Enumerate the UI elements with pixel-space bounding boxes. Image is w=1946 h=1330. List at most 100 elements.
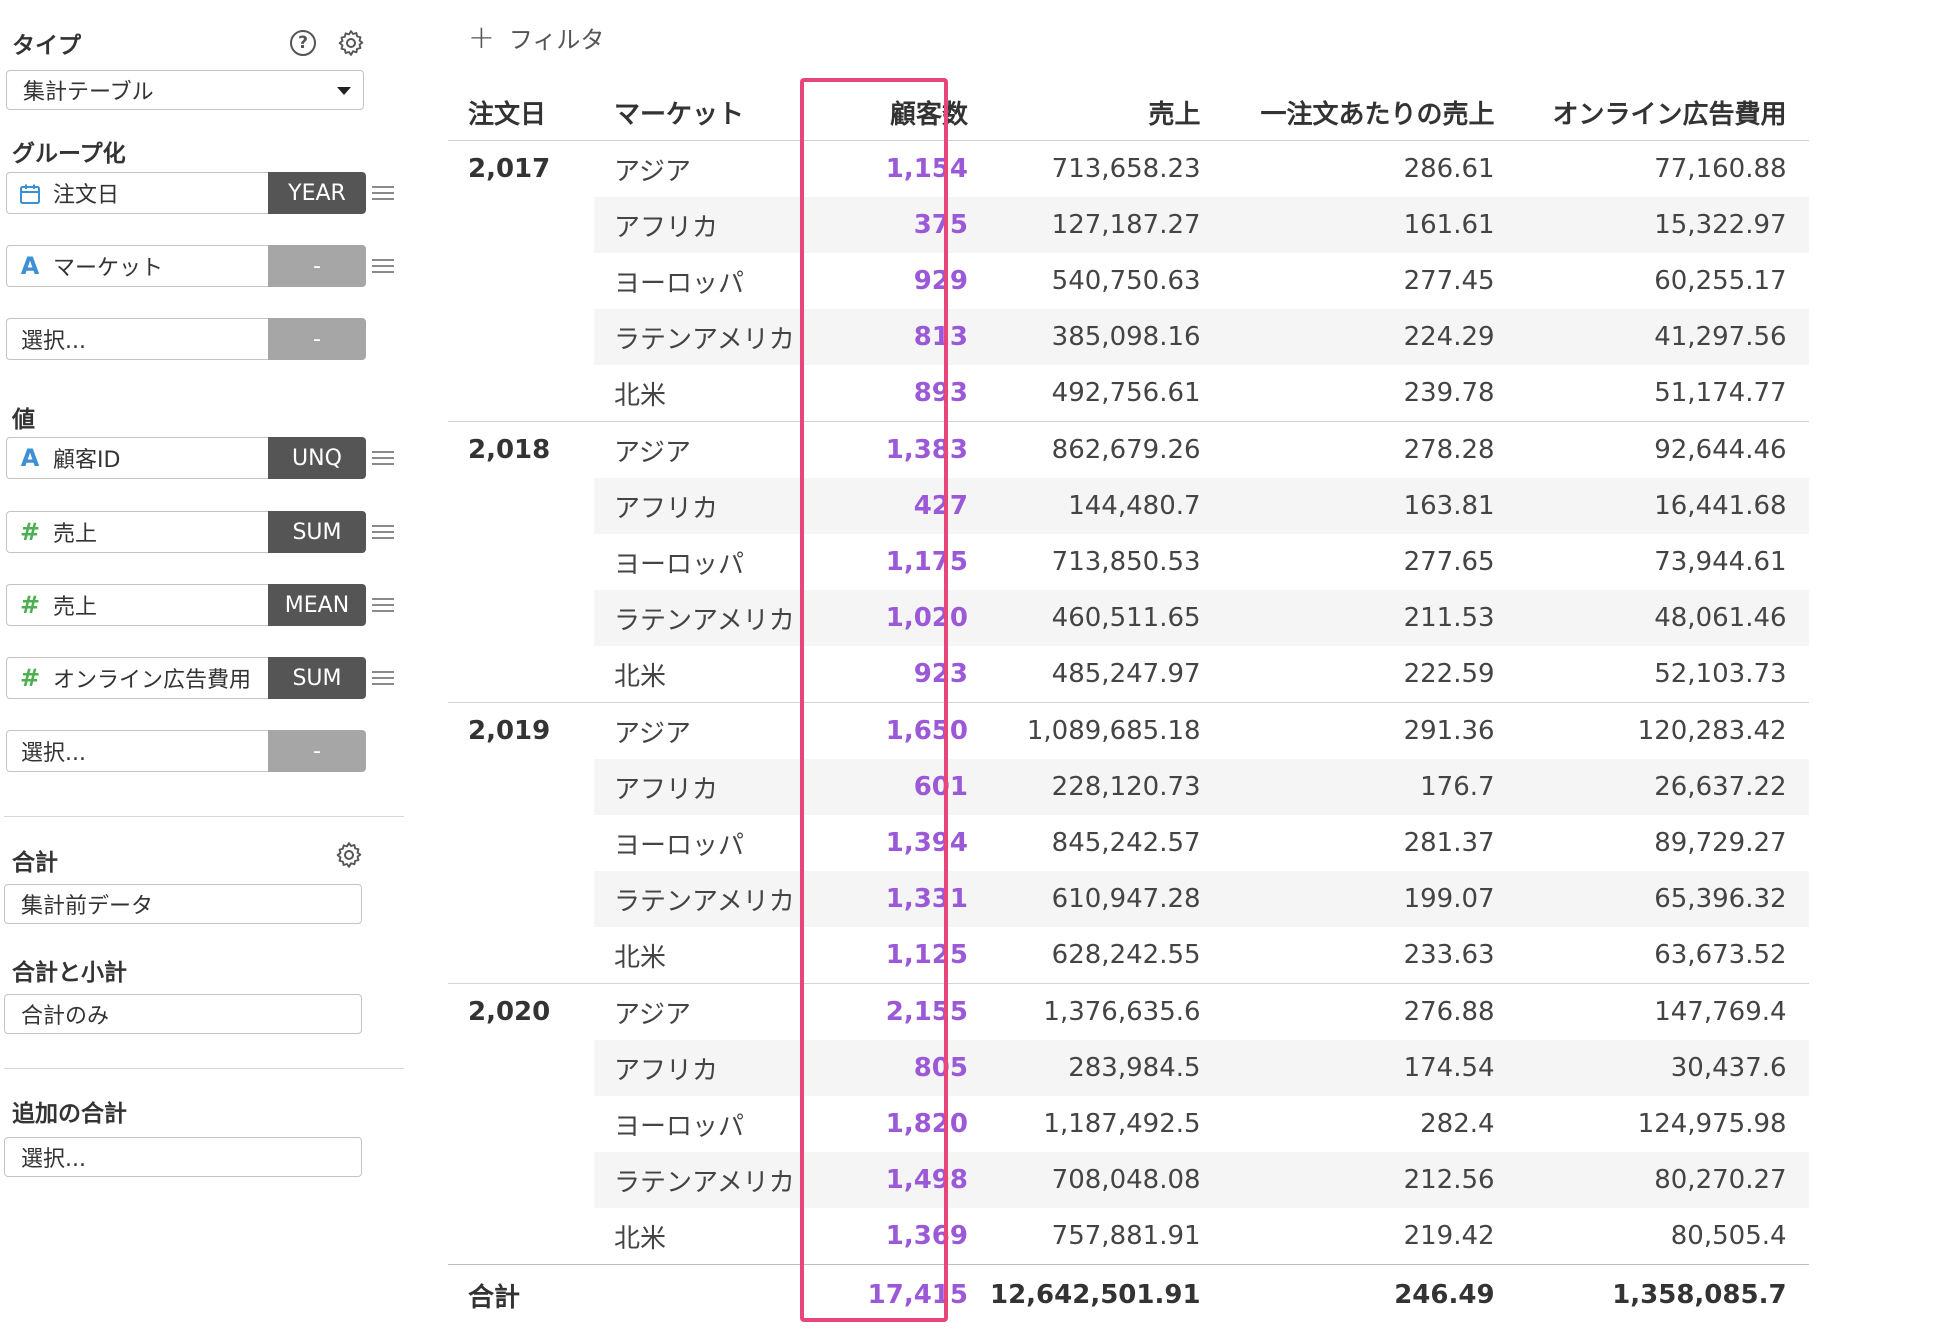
aggregation-tag[interactable]: - — [268, 730, 366, 772]
aggregation-tag[interactable]: UNQ — [268, 437, 366, 479]
ad-cost-cell: 30,437.6 — [1516, 1040, 1809, 1096]
year-cell-empty — [448, 253, 594, 309]
type-select[interactable]: 集計テーブル — [6, 70, 364, 110]
sales-cell: 283,984.5 — [990, 1040, 1223, 1096]
add-filter-button[interactable]: + フィルタ — [468, 18, 604, 56]
extra-total-select[interactable]: 選択... — [4, 1137, 362, 1177]
market-cell: ラテンアメリカ — [594, 309, 842, 365]
sales-per-order-cell: 211.53 — [1222, 590, 1517, 646]
group-field-order-date-main[interactable]: 注文日 — [6, 172, 268, 214]
market-cell: 北米 — [614, 380, 667, 411]
table-row: 2,018 アジア 1,383 862,679.26 278.28 92,644.46 — [448, 421, 1809, 478]
customer-count-cell: 1,820 — [885, 1109, 968, 1139]
year-cell-empty — [448, 646, 594, 703]
filter-label: フィルタ — [508, 25, 605, 54]
extra-total-label: 追加の合計 — [12, 1101, 127, 1127]
drag-handle-icon[interactable] — [372, 598, 394, 612]
aggregation-tag[interactable]: SUM — [268, 657, 366, 699]
number-type-icon: # — [19, 591, 41, 619]
gear-icon[interactable] — [336, 28, 366, 58]
type-select-value: 集計テーブル — [23, 80, 154, 105]
drag-handle-icon[interactable] — [372, 186, 394, 200]
market-cell: ヨーロッパ — [614, 268, 745, 299]
sales-cell: 757,881.91 — [1051, 1221, 1201, 1251]
value-field-label: 売上 — [53, 595, 98, 620]
question-icon[interactable]: ? — [290, 30, 316, 56]
table-row: アフリカ 375 127,187.27 161.61 15,322.97 — [448, 197, 1809, 253]
table-row: ラテンアメリカ 1,331 610,947.28 199.07 65,396.32 — [448, 871, 1809, 927]
column-header[interactable]: 一注文あたりの売上 — [1222, 84, 1517, 141]
aggregation-tag[interactable]: SUM — [268, 511, 366, 553]
chevron-down-icon — [337, 87, 351, 95]
group-field-market-main[interactable]: A マーケット — [6, 245, 268, 287]
value-field-main[interactable]: A 顧客ID — [6, 437, 268, 479]
sales-cell: 1,376,635.6 — [990, 983, 1223, 1040]
group-field-select-main[interactable]: 選択... — [6, 318, 268, 360]
value-field-placeholder: 選択... — [21, 741, 86, 766]
total-select[interactable]: 集計前データ — [4, 884, 362, 924]
drag-handle-icon[interactable] — [372, 671, 394, 685]
group-field-select[interactable]: 選択... - — [6, 318, 366, 360]
aggregation-tag[interactable]: MEAN — [268, 584, 366, 626]
sales-per-order-cell: 161.61 — [1222, 197, 1517, 253]
year-cell-empty — [448, 1096, 594, 1152]
sales-per-order-cell: 233.63 — [1403, 940, 1495, 970]
table-row: ヨーロッパ 929 540,750.63 277.45 60,255.17 — [448, 253, 1809, 309]
sales-cell: 610,947.28 — [990, 871, 1223, 927]
sales-per-order-cell: 239.78 — [1403, 378, 1495, 408]
column-header[interactable]: マーケット — [594, 84, 842, 141]
value-field-customer-id[interactable]: A 顧客ID UNQ — [6, 437, 366, 479]
settings-panel: タイプ ? 集計テーブル グループ化 注文日 YEAR A マーケット - 選択… — [0, 0, 410, 1330]
market-cell: アジア — [594, 140, 842, 197]
drag-handle-icon[interactable] — [372, 525, 394, 539]
value-field-ad-cost[interactable]: # オンライン広告費用 SUM — [6, 657, 366, 699]
subtotal-select[interactable]: 合計のみ — [4, 994, 362, 1034]
column-header[interactable]: 顧客数 — [842, 84, 990, 141]
market-cell: 北米 — [614, 942, 667, 973]
plus-icon: + — [468, 18, 495, 56]
drag-handle-icon[interactable] — [372, 451, 394, 465]
total-label-cell: 合計 — [448, 1264, 594, 1325]
customer-count-cell: 2,155 — [842, 983, 990, 1040]
customer-count-cell: 923 — [913, 659, 968, 689]
column-header[interactable]: オンライン広告費用 — [1516, 84, 1809, 141]
value-field-main[interactable]: # 売上 — [6, 511, 268, 553]
ad-cost-cell: 15,322.97 — [1516, 197, 1809, 253]
sales-cell: 485,247.97 — [1051, 659, 1201, 689]
value-field-select-main[interactable]: 選択... — [6, 730, 268, 772]
sales-cell: 127,187.27 — [990, 197, 1223, 253]
group-field-market[interactable]: A マーケット - — [6, 245, 366, 287]
gear-icon[interactable] — [334, 840, 364, 870]
value-field-main[interactable]: # オンライン広告費用 — [6, 657, 268, 699]
value-field-sales-mean[interactable]: # 売上 MEAN — [6, 584, 366, 626]
sales-per-order-cell: 219.42 — [1403, 1221, 1495, 1251]
table-row: 2,019 アジア 1,650 1,089,685.18 291.36 120,283.4… — [448, 702, 1809, 759]
column-header[interactable]: 売上 — [990, 84, 1223, 141]
subtotal-label: 合計と小計 — [12, 960, 127, 986]
group-field-order-date[interactable]: 注文日 YEAR — [6, 172, 366, 214]
value-field-select[interactable]: 選択... - — [6, 730, 366, 772]
customer-count-cell: 1,175 — [885, 547, 968, 577]
aggregation-tag[interactable]: - — [268, 245, 366, 287]
year-cell: 2,018 — [448, 421, 594, 478]
drag-handle-icon[interactable] — [372, 259, 394, 273]
sales-cell: 1,089,685.18 — [990, 702, 1223, 759]
table-row: アフリカ 427 144,480.7 163.81 16,441.68 — [448, 478, 1809, 534]
market-cell: アフリカ — [594, 478, 842, 534]
year-cell-empty — [448, 927, 594, 984]
aggregation-tag[interactable]: YEAR — [268, 172, 366, 214]
table-row: ラテンアメリカ 1,498 708,048.08 212.56 80,270.27 — [448, 1152, 1809, 1208]
sales-per-order-cell: 222.59 — [1403, 659, 1495, 689]
ad-cost-cell: 80,505.4 — [1670, 1221, 1787, 1251]
value-field-sales-sum[interactable]: # 売上 SUM — [6, 511, 366, 553]
calendar-icon — [7, 179, 53, 207]
year-cell-empty — [448, 815, 594, 871]
column-header[interactable]: 注文日 — [448, 84, 594, 141]
ad-cost-cell: 120,283.42 — [1516, 702, 1809, 759]
aggregation-tag[interactable]: - — [268, 318, 366, 360]
value-field-main[interactable]: # 売上 — [6, 584, 268, 626]
ad-cost-cell: 89,729.27 — [1654, 828, 1787, 858]
market-cell: アフリカ — [594, 1040, 842, 1096]
year-cell-empty — [448, 478, 594, 534]
ad-cost-cell: 63,673.52 — [1654, 940, 1787, 970]
